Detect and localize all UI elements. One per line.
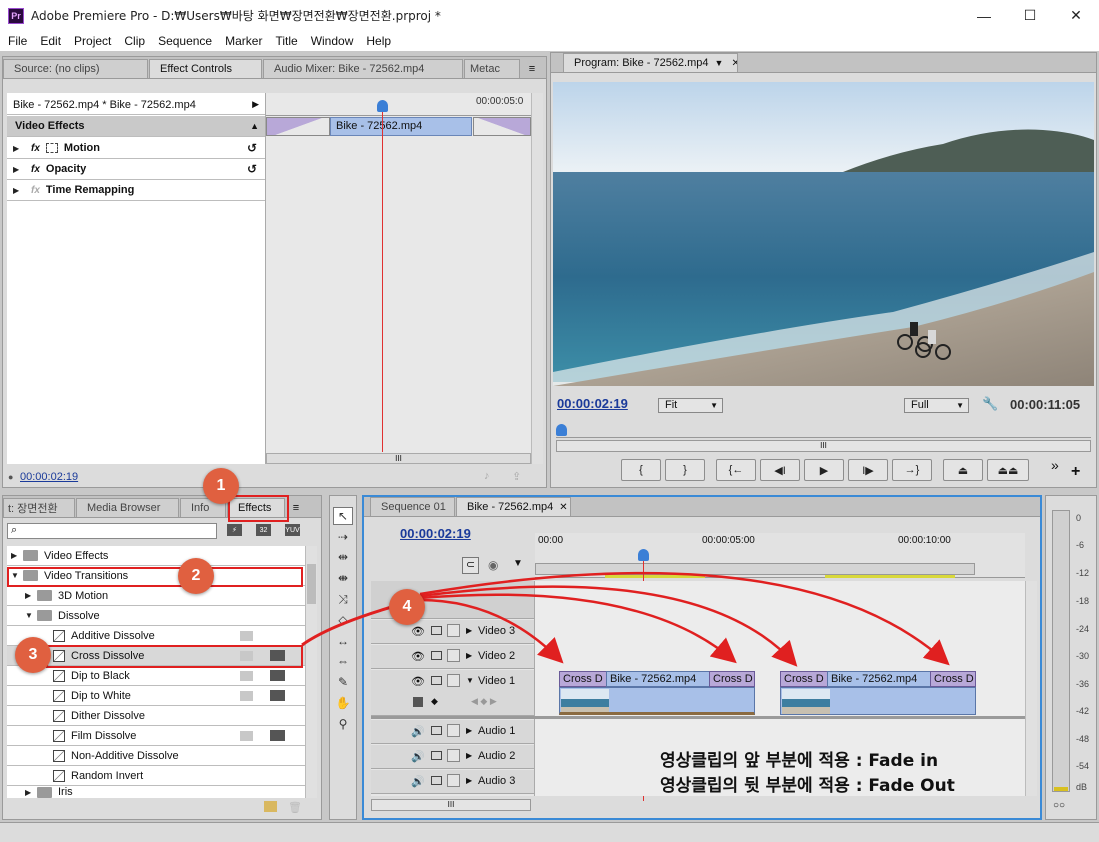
step-marker-4: 4 xyxy=(389,589,425,625)
step-marker-2: 2 xyxy=(178,558,214,594)
annotation-arrows xyxy=(301,571,950,667)
step-marker-1: 1 xyxy=(203,468,239,504)
step-marker-3: 3 xyxy=(15,637,51,673)
